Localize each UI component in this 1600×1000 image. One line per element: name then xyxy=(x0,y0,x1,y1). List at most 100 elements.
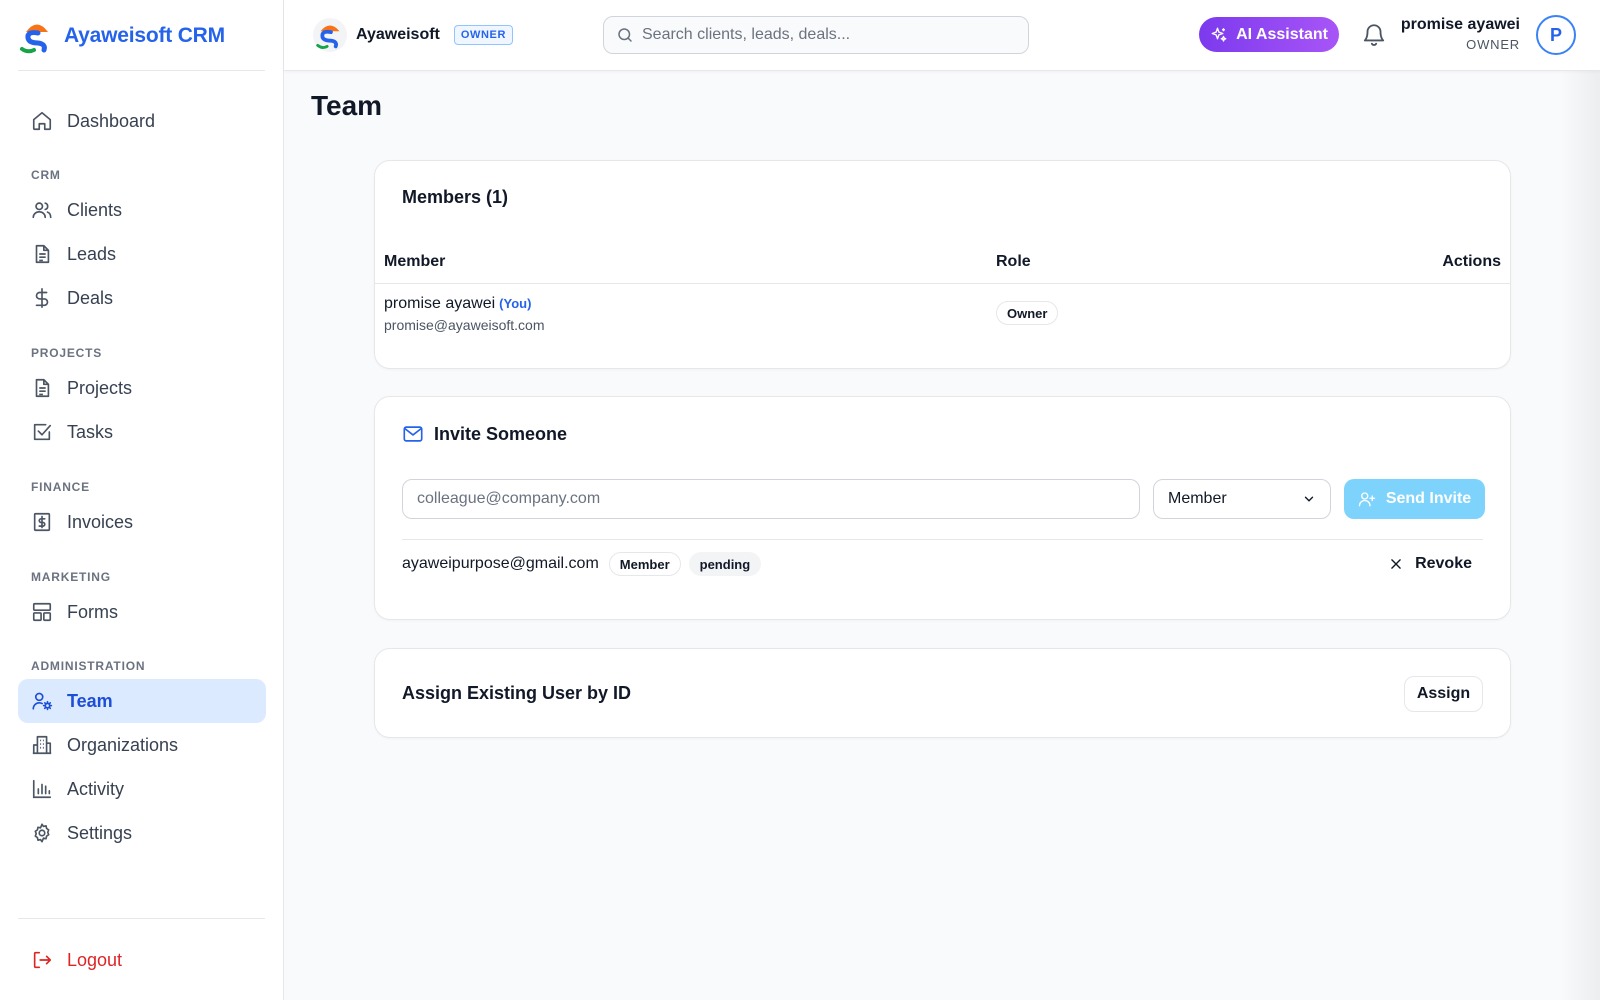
org-role-badge: OWNER xyxy=(453,25,514,45)
layout-icon xyxy=(32,602,52,622)
invite-title: Invite Someone xyxy=(434,423,568,444)
sidebar-item-deals[interactable]: Deals xyxy=(18,276,266,320)
sidebar-item-activity[interactable]: Activity xyxy=(18,767,266,811)
logout-icon xyxy=(33,951,52,969)
invoice-icon xyxy=(33,512,51,532)
sparkles-icon xyxy=(1211,27,1227,42)
search-input[interactable] xyxy=(642,26,1022,44)
sidebar-item-label: Settings xyxy=(67,822,133,843)
sidebar: Ayaweisoft CRM Dashboard CRM Clients Lea… xyxy=(0,0,284,1000)
chevron-down-icon xyxy=(1304,496,1314,502)
document-icon xyxy=(35,378,50,398)
dollar-icon xyxy=(35,288,49,308)
search-icon xyxy=(618,28,632,42)
brand[interactable]: Ayaweisoft CRM xyxy=(18,16,225,56)
user-role: OWNER xyxy=(1466,37,1520,52)
members-card: Members (1) Member Role Actions promise … xyxy=(374,160,1511,369)
sidebar-divider xyxy=(18,918,265,919)
column-header-role: Role xyxy=(996,253,1031,270)
user-info[interactable]: promise ayawei OWNER xyxy=(1401,16,1520,52)
gear-icon xyxy=(34,823,50,843)
close-icon xyxy=(1391,559,1401,569)
section-label-administration: ADMINISTRATION xyxy=(31,659,146,673)
top-header: Ayaweisoft OWNER AI Assistant promise ay… xyxy=(284,0,1600,71)
invite-role-value: Member xyxy=(1168,490,1227,507)
mail-icon xyxy=(403,426,423,442)
org-logo-icon xyxy=(312,17,348,53)
assign-card: Assign Existing User by ID Assign xyxy=(374,648,1511,738)
invite-divider xyxy=(402,539,1483,540)
sidebar-item-settings[interactable]: Settings xyxy=(18,811,266,855)
user-plus-icon xyxy=(1358,492,1375,507)
logout-label: Logout xyxy=(67,949,123,970)
sidebar-item-label: Team xyxy=(67,690,113,711)
user-cog-icon xyxy=(32,692,53,711)
pending-status-badge: pending xyxy=(688,552,762,576)
brand-logo-icon xyxy=(20,24,48,54)
sidebar-item-team[interactable]: Team xyxy=(18,679,266,723)
sidebar-item-tasks[interactable]: Tasks xyxy=(18,410,266,454)
column-header-actions: Actions xyxy=(1442,253,1501,270)
page-title: Team xyxy=(311,90,383,121)
user-name: promise ayawei xyxy=(1400,16,1520,33)
sidebar-item-label: Dashboard xyxy=(67,110,156,131)
sidebar-item-dashboard[interactable]: Dashboard xyxy=(18,99,266,143)
section-label-crm: CRM xyxy=(31,168,61,182)
table-divider xyxy=(375,283,1510,284)
sidebar-item-label: Forms xyxy=(67,601,118,622)
pending-invite-email: ayaweipurpose@gmail.com xyxy=(402,555,599,572)
global-search[interactable] xyxy=(603,16,1029,54)
sidebar-item-label: Projects xyxy=(67,377,133,398)
members-title: Members (1) xyxy=(402,187,509,207)
sidebar-item-forms[interactable]: Forms xyxy=(18,590,266,634)
revoke-invite-button[interactable]: Revoke xyxy=(1389,555,1472,573)
sidebar-item-leads[interactable]: Leads xyxy=(18,232,266,276)
building-icon xyxy=(32,735,52,755)
sidebar-item-label: Invoices xyxy=(67,511,134,532)
member-email: promise@ayaweisoft.com xyxy=(384,317,545,333)
pending-invite-role-badge: Member xyxy=(608,552,681,576)
users-icon xyxy=(32,202,52,219)
bar-chart-icon xyxy=(32,779,52,799)
invite-email-input[interactable] xyxy=(402,479,1140,519)
invite-header: Invite Someone xyxy=(402,423,567,445)
notifications-button[interactable] xyxy=(1361,22,1387,48)
document-icon xyxy=(35,244,50,264)
role-badge: Owner xyxy=(996,301,1059,325)
assign-button[interactable]: Assign xyxy=(1404,676,1483,712)
revoke-label: Revoke xyxy=(1415,555,1472,572)
ai-assistant-button[interactable]: AI Assistant xyxy=(1199,17,1339,52)
sidebar-item-label: Leads xyxy=(67,243,117,264)
sidebar-item-label: Tasks xyxy=(67,421,114,442)
ai-assistant-label: AI Assistant xyxy=(1236,25,1328,43)
invite-role-select[interactable]: Member xyxy=(1153,479,1331,519)
sidebar-item-label: Clients xyxy=(67,199,123,220)
section-label-marketing: MARKETING xyxy=(31,570,111,584)
member-name-cell: promise ayawei (You) xyxy=(384,295,531,313)
you-tag: (You) xyxy=(499,296,532,311)
sidebar-item-clients[interactable]: Clients xyxy=(18,188,266,232)
org-name: Ayaweisoft xyxy=(356,26,440,43)
member-name: promise ayawei xyxy=(384,295,496,312)
sidebar-item-label: Deals xyxy=(67,287,114,308)
section-label-projects: PROJECTS xyxy=(31,346,103,360)
sidebar-item-label: Activity xyxy=(67,778,125,799)
brand-name: Ayaweisoft CRM xyxy=(64,24,225,47)
sidebar-item-invoices[interactable]: Invoices xyxy=(18,500,266,544)
avatar[interactable]: P xyxy=(1536,15,1576,55)
send-invite-button[interactable]: Send Invite xyxy=(1344,479,1485,519)
logout-button[interactable]: Logout xyxy=(18,938,266,982)
send-invite-label: Send Invite xyxy=(1385,490,1472,507)
org-switcher[interactable]: Ayaweisoft OWNER xyxy=(312,16,514,54)
sidebar-divider xyxy=(18,70,265,71)
bell-icon xyxy=(1363,24,1385,46)
column-header-member: Member xyxy=(384,253,446,270)
scroll-shadow xyxy=(1560,71,1600,1000)
home-icon xyxy=(32,111,52,131)
sidebar-item-projects[interactable]: Projects xyxy=(18,366,266,410)
sidebar-item-organizations[interactable]: Organizations xyxy=(18,723,266,767)
invite-card: Invite Someone Member Send Invite ayawei… xyxy=(374,396,1511,620)
list-item: ayaweipurpose@gmail.com Member pending xyxy=(402,552,762,576)
assign-title: Assign Existing User by ID xyxy=(402,683,632,703)
sidebar-item-label: Organizations xyxy=(67,734,179,755)
